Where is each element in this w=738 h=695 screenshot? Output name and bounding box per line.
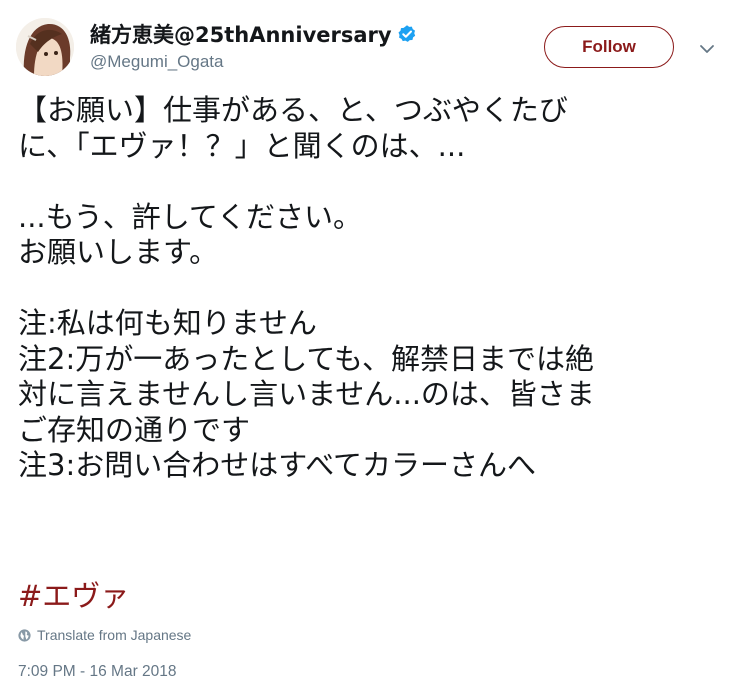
tweet-line xyxy=(18,271,718,307)
tweet-line: ...もう、許してください。 xyxy=(18,199,363,234)
tweet-card: 緒方恵美@25thAnniversary @Megumi_Ogata Follo… xyxy=(0,0,738,695)
avatar[interactable] xyxy=(16,18,74,76)
tweet-line: 【お願い】仕事がある、と、つぶやくたび xyxy=(18,93,568,127)
user-handle[interactable]: @Megumi_Ogata xyxy=(90,52,417,72)
avatar-icon xyxy=(16,18,74,76)
tweet-timestamp[interactable]: 7:09 PM - 16 Mar 2018 xyxy=(18,663,177,681)
translate-link[interactable]: Translate from Japanese xyxy=(18,627,191,643)
globe-icon xyxy=(18,628,31,642)
tweet-line: 対に言えませんし言いません...のは、皆さま xyxy=(18,377,595,411)
hashtag-link[interactable]: #エヴァ xyxy=(18,578,129,614)
tweet-line: 注:私は何も知りません xyxy=(18,306,317,340)
verified-badge-icon xyxy=(397,24,417,44)
chevron-down-icon[interactable] xyxy=(697,39,717,59)
display-name-row: 緒方恵美@25thAnniversary xyxy=(90,20,417,48)
tweet-line xyxy=(18,164,718,200)
translate-label[interactable]: Translate from Japanese xyxy=(37,627,191,643)
tweet-line: 注2:万が一あったとしても、解禁日までは絶 xyxy=(18,341,595,376)
tweet-line: ご存知の通りです xyxy=(18,412,251,447)
user-info: 緒方恵美@25thAnniversary @Megumi_Ogata xyxy=(90,20,417,72)
tweet-text: 【お願い】仕事がある、と、つぶやくたび に、「エヴァ！？」と聞くのは、... .… xyxy=(18,93,718,484)
tweet-line: お願いします。 xyxy=(18,235,219,269)
follow-button[interactable]: Follow xyxy=(544,26,674,68)
tweet-line: 注3:お問い合わせはすべてカラーさんへ xyxy=(18,448,537,482)
display-name[interactable]: 緒方恵美@25thAnniversary xyxy=(90,19,392,49)
tweet-line: に、「エヴァ！？」と聞くのは、... xyxy=(18,128,466,163)
